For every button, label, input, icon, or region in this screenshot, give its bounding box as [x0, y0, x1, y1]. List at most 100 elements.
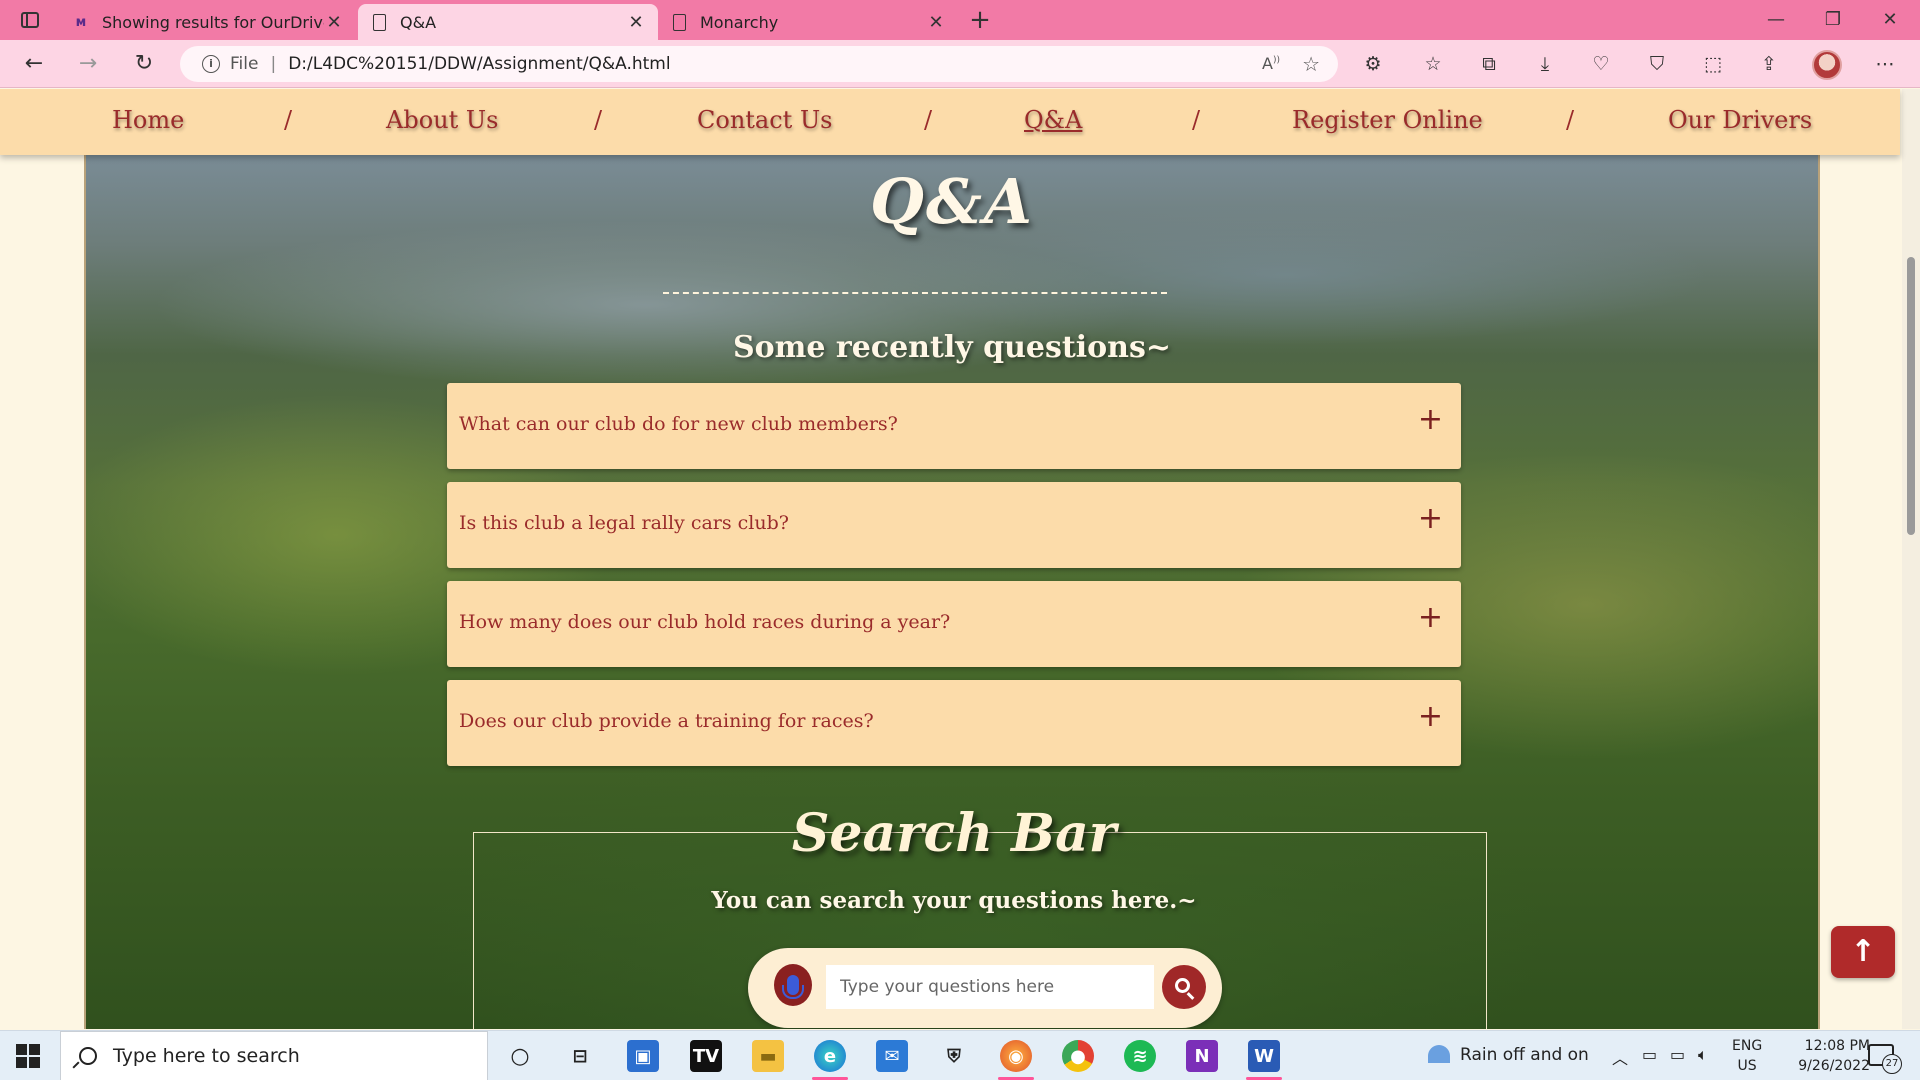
start-button[interactable] [16, 1044, 40, 1068]
close-tab-icon[interactable]: ✕ [626, 12, 646, 33]
question-search-input[interactable] [826, 965, 1154, 1009]
faq-question: Is this club a legal rally cars club? [459, 512, 789, 534]
address-bar-row: ← → ↻ i File | D:/L4DC%20151/DDW/Assignm… [0, 40, 1920, 88]
minimize-button[interactable]: — [1748, 0, 1804, 40]
faq-item[interactable]: What can our club do for new club member… [447, 383, 1461, 469]
store-icon[interactable]: ▣ [627, 1040, 659, 1072]
cortana-icon[interactable]: ○ [504, 1040, 536, 1072]
restore-button[interactable]: ❐ [1805, 0, 1861, 40]
search-icon [79, 1047, 97, 1065]
nav-separator: / [924, 106, 933, 134]
edge-icon[interactable]: e [814, 1040, 846, 1072]
weather-text: Rain off and on [1460, 1045, 1589, 1065]
expand-plus-icon[interactable]: + [1418, 405, 1443, 435]
tab-qa[interactable]: Q&A ✕ [358, 4, 658, 40]
screenshot-icon[interactable]: ⬚ [1698, 50, 1728, 78]
language-indicator[interactable]: ENG US [1732, 1036, 1762, 1076]
tab-actions-button[interactable] [12, 8, 48, 32]
faq-question: Does our club provide a training for rac… [459, 710, 874, 732]
faq-item[interactable]: Does our club provide a training for rac… [447, 680, 1461, 766]
notification-center-icon[interactable]: 27 [1868, 1044, 1902, 1074]
browser-tab-bar: ᴍ Showing results for OurDrivers.h ✕ Q&A… [0, 0, 1920, 40]
downloads-icon[interactable]: ⤓ [1530, 50, 1560, 78]
nav-separator: / [1192, 106, 1201, 134]
close-tab-icon[interactable]: ✕ [324, 12, 344, 33]
close-tab-icon[interactable]: ✕ [926, 12, 946, 33]
task-view-icon[interactable]: ⊟ [564, 1040, 596, 1072]
tab-monarchy[interactable]: Monarchy ✕ [658, 4, 958, 40]
url-separator: | [270, 54, 277, 74]
notification-count: 27 [1882, 1054, 1902, 1074]
url-text: D:/L4DC%20151/DDW/Assignment/Q&A.html [288, 54, 671, 74]
expand-plus-icon[interactable]: + [1418, 603, 1443, 633]
expand-plus-icon[interactable]: + [1418, 504, 1443, 534]
info-icon[interactable]: i [202, 55, 220, 73]
show-hidden-icons-chevron-icon[interactable]: ︿ [1612, 1045, 1628, 1069]
faq-item[interactable]: Is this club a legal rally cars club? + [447, 482, 1461, 568]
faq-question: What can our club do for new club member… [459, 413, 898, 435]
volume-icon[interactable]: 🔈︎ [1698, 1045, 1708, 1065]
faq-item[interactable]: How many does our club hold races during… [447, 581, 1461, 667]
browser-essentials-icon[interactable]: ⛉ [1642, 50, 1672, 78]
nav-separator: / [1566, 106, 1575, 134]
nav-separator: / [284, 106, 293, 134]
nav-contact-us[interactable]: Contact Us [697, 106, 832, 134]
rain-umbrella-icon [1428, 1045, 1450, 1063]
security-icon[interactable]: ⛨ [938, 1040, 970, 1072]
add-favorite-icon[interactable]: ☆ [1302, 52, 1320, 76]
search-icon [1174, 977, 1190, 993]
battery-icon[interactable]: ▭ [1670, 1045, 1685, 1064]
nav-home[interactable]: Home [112, 106, 184, 134]
landscape-hero: Q&A Some recently questions~ What can ou… [84, 155, 1820, 1029]
search-button[interactable] [1162, 965, 1206, 1009]
tab-search-results[interactable]: ᴍ Showing results for OurDrivers.h ✕ [60, 4, 356, 40]
expand-plus-icon[interactable]: + [1418, 702, 1443, 732]
meet-now-icon[interactable]: ▭ [1642, 1045, 1657, 1064]
site-nav: Home / About Us / Contact Us / Q&A / Reg… [0, 89, 1900, 155]
read-aloud-icon[interactable]: A)) [1262, 54, 1280, 73]
collections-icon[interactable]: ⧉ [1474, 50, 1504, 78]
word-icon[interactable]: W [1248, 1040, 1280, 1072]
new-tab-button[interactable]: + [966, 6, 994, 34]
refresh-button[interactable]: ↻ [126, 48, 162, 80]
back-to-top-button[interactable]: ↑ [1831, 926, 1895, 978]
nav-our-drivers[interactable]: Our Drivers [1668, 106, 1812, 134]
tradingview-icon[interactable]: TV [690, 1040, 722, 1072]
file-explorer-icon[interactable]: ▬ [752, 1040, 784, 1072]
search-section-subtitle: You can search your questions here.~ [711, 887, 1197, 914]
clock-date: 9/26/2022 [1798, 1058, 1870, 1074]
share-icon[interactable]: ⇪ [1754, 50, 1784, 78]
forward-button[interactable]: → [70, 48, 106, 80]
page-icon [370, 13, 388, 31]
nav-about-us[interactable]: About Us [386, 106, 498, 134]
page-title: Q&A [869, 165, 1035, 238]
nav-register-online[interactable]: Register Online [1292, 106, 1483, 134]
scrollbar-thumb[interactable] [1907, 257, 1915, 535]
title-divider [663, 292, 1167, 294]
url-scheme: File [230, 54, 259, 74]
mail-icon[interactable]: ✉ [876, 1040, 908, 1072]
profile-avatar[interactable] [1812, 50, 1842, 80]
weather-widget[interactable]: Rain off and on [1428, 1045, 1589, 1065]
system-clock[interactable]: 12:08 PM 9/26/2022 [1774, 1036, 1870, 1076]
firefox-icon[interactable]: ◉ [1000, 1040, 1032, 1072]
microphone-icon[interactable] [774, 964, 812, 1006]
page-scrollbar[interactable] [1902, 89, 1920, 1029]
health-icon[interactable]: ♡ [1586, 50, 1616, 78]
clock-time: 12:08 PM [1804, 1038, 1870, 1054]
favorites-icon[interactable]: ☆ [1418, 50, 1448, 78]
close-window-button[interactable]: ✕ [1862, 0, 1918, 40]
spotify-icon[interactable]: ≋ [1124, 1040, 1156, 1072]
nav-qa[interactable]: Q&A [1024, 106, 1082, 134]
lang-region: US [1737, 1058, 1757, 1074]
onenote-icon[interactable]: N [1186, 1040, 1218, 1072]
nav-separator: / [594, 106, 603, 134]
windows-taskbar: Type here to search ○ ⊟ ▣ TV ▬ e ✉ ⛨ ◉ ●… [0, 1030, 1920, 1080]
url-field[interactable]: i File | D:/L4DC%20151/DDW/Assignment/Q&… [180, 46, 1338, 82]
back-button[interactable]: ← [16, 48, 52, 80]
chrome-icon[interactable]: ● [1062, 1040, 1094, 1072]
extensions-icon[interactable]: ⚙ [1358, 50, 1388, 78]
more-options-icon[interactable]: ⋯ [1870, 50, 1900, 78]
taskbar-search[interactable]: Type here to search [60, 1031, 488, 1080]
section-subtitle: Some recently questions~ [732, 330, 1171, 365]
